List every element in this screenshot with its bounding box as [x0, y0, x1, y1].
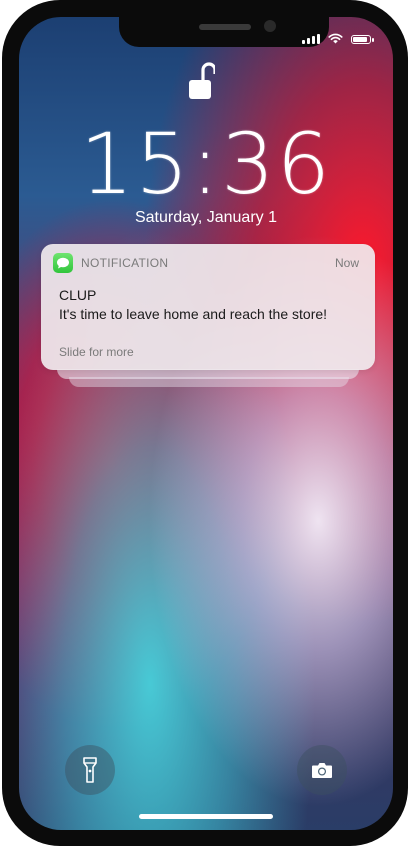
camera-button[interactable]	[297, 745, 347, 795]
battery-icon	[351, 35, 374, 44]
home-indicator[interactable]	[139, 814, 273, 819]
notification-footer: Slide for more	[59, 345, 134, 359]
wifi-icon	[328, 33, 343, 44]
battery-fill	[353, 37, 367, 42]
lockscreen-clock: 15:36	[79, 115, 333, 213]
lockscreen-date: Saturday, January 1	[134, 209, 277, 226]
unlocked-padlock-icon	[189, 62, 215, 99]
messages-icon	[53, 253, 73, 273]
notification-title: CLUP	[59, 287, 97, 303]
notification-card[interactable]: NOTIFICATION Now CLUP It's time to leave…	[41, 244, 375, 370]
speaker-grille	[199, 24, 251, 30]
notch	[119, 17, 329, 47]
front-camera	[264, 20, 276, 32]
flashlight-icon	[83, 757, 97, 783]
flashlight-button[interactable]	[65, 745, 115, 795]
status-bar	[302, 33, 374, 44]
camera-icon	[312, 762, 332, 778]
phone-frame: 15:36 Saturday, January 1 NOTIFICATION N…	[2, 0, 408, 846]
notification-body: It's time to leave home and reach the st…	[59, 306, 328, 322]
signal-bars-icon	[302, 34, 320, 44]
notification-app-name: NOTIFICATION	[81, 256, 169, 270]
notification-time: Now	[334, 256, 359, 270]
stacked-notification-1[interactable]	[57, 369, 359, 379]
lock-screen: 15:36 Saturday, January 1 NOTIFICATION N…	[19, 17, 393, 830]
